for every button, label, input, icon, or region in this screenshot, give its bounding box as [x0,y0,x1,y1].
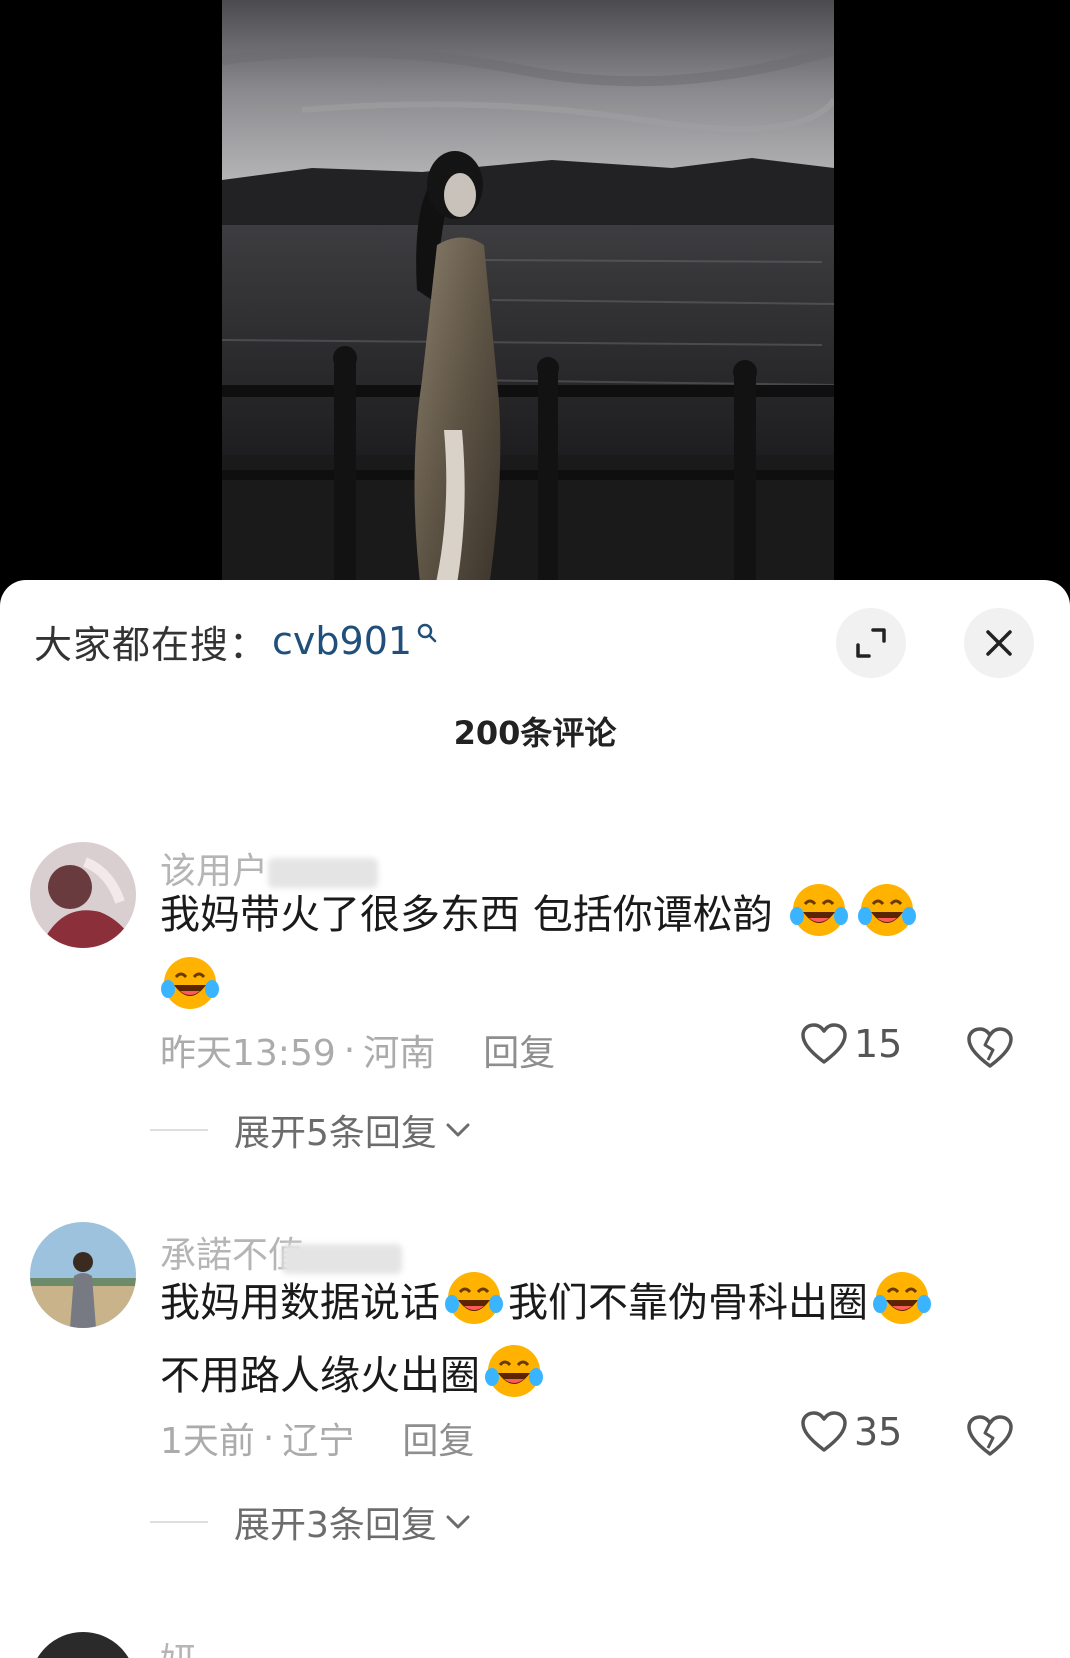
divider-line [150,1129,208,1131]
chevron-down-icon [446,1515,470,1529]
like-count: 15 [854,1022,903,1066]
comment-location: 辽宁 [282,1421,355,1462]
like-count: 35 [854,1410,903,1454]
search-suggestion[interactable]: 大家都在搜： cvb901 [34,616,438,667]
reply-button[interactable]: 回复 [483,1024,555,1076]
comment-meta: 昨天13:59 · 河南 回复 [160,1024,555,1076]
comment-text-part-1: 我妈用数据说话 [160,1280,440,1326]
comment-text: 我妈用数据说话 我们不靠伪骨科出圈 不用路人缘火出圈 [160,1266,1020,1412]
broken-heart-icon[interactable] [966,1412,1014,1460]
comment-text-part-3: 不用路人缘火出圈 [160,1353,480,1399]
like-button[interactable]: 35 [800,1410,902,1454]
comment-time: 昨天13:59 [160,1033,336,1074]
expand-replies-button[interactable]: 展开5条回复 [150,1104,473,1156]
avatar[interactable] [30,1632,136,1658]
expand-replies-label: 展开5条回复 [234,1113,437,1154]
divider-line [150,1521,208,1523]
laugh-cry-emoji [873,1272,931,1324]
broken-heart-icon[interactable] [966,1024,1014,1072]
expand-replies-button[interactable]: 展开3条回复 [150,1496,473,1548]
search-term-link[interactable]: cvb901 [272,619,412,663]
laugh-cry-emoji [445,1272,503,1324]
comment-location: 河南 [363,1033,436,1074]
search-prefix: 大家都在搜： [34,622,269,667]
username[interactable]: 妍 [160,1632,196,1658]
laugh-cry-emoji [161,957,219,1009]
search-icon [417,623,437,643]
comment-meta: 1天前 · 辽宁 回复 [160,1412,474,1464]
close-icon [986,630,1012,656]
like-button[interactable]: 15 [800,1022,902,1066]
expand-icon [856,628,886,658]
comment-text-body: 我妈带火了很多东西 包括你谭松韵 [160,892,773,938]
reply-button[interactable]: 回复 [402,1412,474,1464]
comment-count-title: 200条评论 [453,714,617,752]
expand-replies-label: 展开3条回复 [234,1505,437,1546]
avatar[interactable] [30,842,136,948]
avatar[interactable] [30,1222,136,1328]
heart-icon [801,1411,847,1452]
chevron-down-icon [446,1123,470,1137]
photo-image [222,0,834,600]
laugh-cry-emoji [858,884,917,936]
heart-icon [801,1023,847,1064]
comment-sheet: 大家都在搜： cvb901 200条评论 该用户 我妈带火了很多东西 包括你谭松… [0,580,1070,1658]
expand-button[interactable] [836,608,906,678]
laugh-cry-emoji [485,1345,543,1397]
laugh-cry-emoji [790,884,849,936]
video-player-area[interactable] [0,0,1070,600]
close-button[interactable] [964,608,1034,678]
comment-time: 1天前 [160,1421,255,1462]
comment-text-part-2: 我们不靠伪骨科出圈 [508,1280,868,1326]
comment-text: 我妈带火了很多东西 包括你谭松韵 [160,878,1020,1024]
post-photo[interactable] [222,0,834,600]
